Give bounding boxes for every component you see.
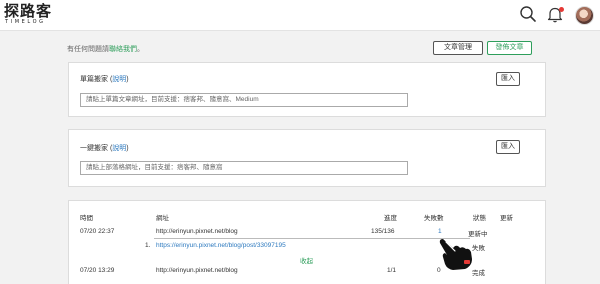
- row1-progress: 135/136: [371, 228, 395, 235]
- publish-article-button[interactable]: 發佈文章: [487, 41, 532, 55]
- help-text: 有任何問題請: [67, 46, 109, 53]
- notification-badge: [559, 7, 564, 12]
- single-import-card: 單篇搬家 (說明) 匯入 請貼上單篇文章網址，目前支援：痞客邦、隨意窩、Medi…: [68, 62, 546, 117]
- row1-time: 07/20 22:37: [80, 228, 115, 235]
- blog-url-input[interactable]: 請貼上部落格網址，目前支援：痞客邦、隨意窩: [80, 161, 408, 175]
- single-import-hint-close: ): [126, 76, 129, 83]
- single-url-input[interactable]: 請貼上單篇文章網址，目前支援：痞客邦、隨意窩、Medium: [80, 93, 408, 107]
- bulk-import-title-text: 一鍵搬家: [80, 145, 108, 152]
- bulk-import-button[interactable]: 匯入: [496, 140, 520, 154]
- bulk-import-card: 一鍵搬家 (說明) 匯入 請貼上部落格網址，目前支援：痞客邦、隨意窩: [68, 129, 546, 187]
- row2-time: 07/20 13:29: [80, 267, 115, 274]
- row-divider: [154, 238, 470, 239]
- col-time-header: 時間: [80, 215, 93, 222]
- col-status-header: 狀態: [473, 215, 486, 222]
- failed-post-link[interactable]: https://erinyun.pixnet.net/blog/post/330…: [156, 242, 286, 249]
- site-logo[interactable]: 探路客 TIMELOG: [4, 3, 52, 26]
- article-manage-button[interactable]: 文章管理: [433, 41, 483, 55]
- row1-url: http://erinyun.pixnet.net/blog: [156, 228, 238, 235]
- col-failed-header: 失敗數: [424, 215, 444, 222]
- col-url-header: 網址: [156, 215, 169, 222]
- avatar[interactable]: [575, 6, 594, 25]
- row2-progress: 1/1: [387, 267, 397, 274]
- help-suffix: 。: [137, 46, 144, 53]
- single-import-title: 單篇搬家 (說明): [80, 74, 129, 84]
- logo-main-text: 探路客: [4, 2, 53, 20]
- pointing-hand-icon: [439, 239, 472, 270]
- top-navbar: 探路客 TIMELOG: [0, 0, 600, 31]
- bulk-import-hint-close: ): [126, 145, 129, 152]
- collapse-link[interactable]: 收起: [300, 255, 313, 265]
- bulk-import-help-link[interactable]: 說明: [112, 145, 126, 152]
- search-icon[interactable]: [519, 5, 537, 24]
- help-line: 有任何問題請聯絡我們。: [67, 44, 144, 54]
- col-update-header: 更新: [500, 215, 513, 222]
- logo-sub-text: TIMELOG: [5, 19, 46, 25]
- failed-item-index: 1.: [145, 242, 151, 249]
- single-import-help-link[interactable]: 說明: [112, 76, 126, 83]
- bulk-import-title: 一鍵搬家 (說明): [80, 143, 129, 153]
- single-import-title-text: 單篇搬家: [80, 76, 108, 83]
- col-progress-header: 進度: [384, 215, 397, 222]
- contact-us-link[interactable]: 聯絡我們: [109, 46, 137, 53]
- row2-url: http://erinyun.pixnet.net/blog: [156, 267, 238, 274]
- single-import-button[interactable]: 匯入: [496, 72, 520, 86]
